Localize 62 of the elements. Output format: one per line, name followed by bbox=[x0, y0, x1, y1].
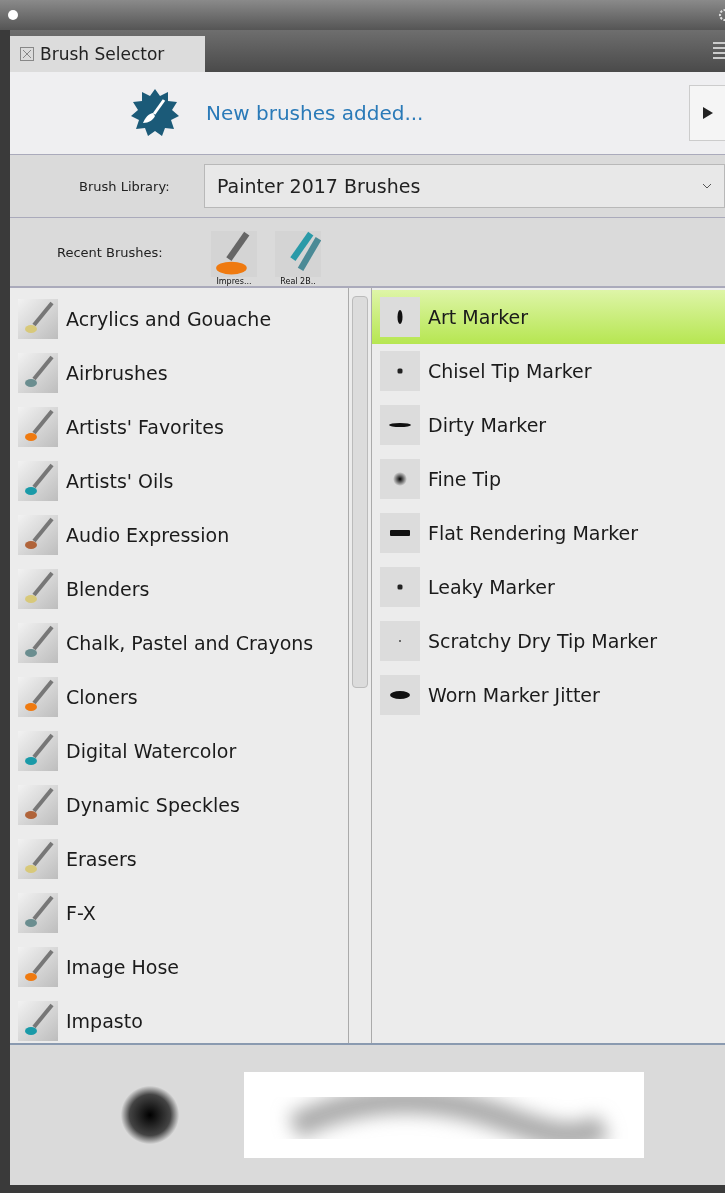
brush-icon bbox=[18, 407, 58, 447]
brush-icon bbox=[18, 461, 58, 501]
brush-variant-item[interactable]: Chisel Tip Marker bbox=[372, 344, 725, 398]
brush-variant-item[interactable]: Dirty Marker bbox=[372, 398, 725, 452]
play-button[interactable] bbox=[689, 85, 725, 141]
brush-icon bbox=[18, 677, 58, 717]
brush-icon bbox=[18, 731, 58, 771]
chevron-icon bbox=[702, 183, 712, 189]
library-dropdown[interactable]: Painter 2017 Brushes bbox=[204, 164, 725, 208]
panel-tab[interactable]: Brush Selector bbox=[10, 36, 205, 72]
brush-dab-icon bbox=[380, 459, 420, 499]
brush-icon bbox=[18, 893, 58, 933]
category-item[interactable]: Impasto bbox=[10, 994, 348, 1048]
brush-variant-item[interactable]: Fine Tip bbox=[372, 452, 725, 506]
brush-icon bbox=[18, 785, 58, 825]
category-item[interactable]: Blenders bbox=[10, 562, 348, 616]
category-item[interactable]: Artists' Favorites bbox=[10, 400, 348, 454]
brush-icon bbox=[18, 299, 58, 339]
brush-dab-icon bbox=[380, 405, 420, 445]
scroll-thumb[interactable] bbox=[352, 296, 368, 688]
brush-variant-item[interactable]: Worn Marker Jitter bbox=[372, 668, 725, 722]
close-icon[interactable] bbox=[20, 47, 34, 61]
category-item[interactable]: F-X bbox=[10, 886, 348, 940]
category-item[interactable]: Digital Watercolor bbox=[10, 724, 348, 778]
brush-dab-icon bbox=[380, 513, 420, 553]
category-item[interactable]: Audio Expression bbox=[10, 508, 348, 562]
recent-brush-label: Real 2B.. bbox=[280, 276, 316, 286]
brush-badge-icon bbox=[130, 88, 180, 138]
new-brushes-link[interactable]: New brushes added... bbox=[206, 101, 689, 125]
brush-icon bbox=[18, 839, 58, 879]
category-item[interactable]: Artists' Oils bbox=[10, 454, 348, 508]
scrollbar[interactable] bbox=[348, 288, 372, 1043]
category-item[interactable]: Chalk, Pastel and Crayons bbox=[10, 616, 348, 670]
brush-dab-icon bbox=[380, 567, 420, 607]
brush-dab-icon bbox=[380, 297, 420, 337]
brush-icon bbox=[18, 515, 58, 555]
brush-dab-icon bbox=[380, 621, 420, 661]
brush-icon bbox=[18, 947, 58, 987]
category-item[interactable]: Cloners bbox=[10, 670, 348, 724]
brush-icon bbox=[18, 569, 58, 609]
play-icon bbox=[702, 107, 713, 119]
category-item[interactable]: Dynamic Speckles bbox=[10, 778, 348, 832]
brush-thumbnail-icon[interactable] bbox=[275, 230, 321, 277]
brush-variant-item[interactable]: Flat Rendering Marker bbox=[372, 506, 725, 560]
category-item[interactable]: Erasers bbox=[10, 832, 348, 886]
category-item[interactable]: Airbrushes bbox=[10, 346, 348, 400]
brush-icon bbox=[18, 623, 58, 663]
brush-thumbnail-icon[interactable] bbox=[211, 230, 257, 277]
brush-variant-item[interactable]: Scratchy Dry Tip Marker bbox=[372, 614, 725, 668]
window-dot-icon bbox=[8, 10, 18, 20]
recent-brushes-label: Recent Brushes: bbox=[57, 244, 164, 260]
brush-variant-item[interactable]: Art Marker bbox=[372, 290, 725, 344]
brush-icon bbox=[18, 1001, 58, 1041]
category-item[interactable]: Acrylics and Gouache bbox=[10, 292, 348, 346]
library-label: Brush Library: bbox=[79, 178, 171, 194]
dab-preview-drawing bbox=[118, 1083, 182, 1147]
category-item[interactable]: Image Hose bbox=[10, 940, 348, 994]
recent-brush-label: Impres... bbox=[216, 276, 252, 286]
brush-dab-icon bbox=[380, 351, 420, 391]
brush-icon bbox=[18, 353, 58, 393]
brush-dab-icon bbox=[380, 675, 420, 715]
brush-variant-item[interactable]: Leaky Marker bbox=[372, 560, 725, 614]
